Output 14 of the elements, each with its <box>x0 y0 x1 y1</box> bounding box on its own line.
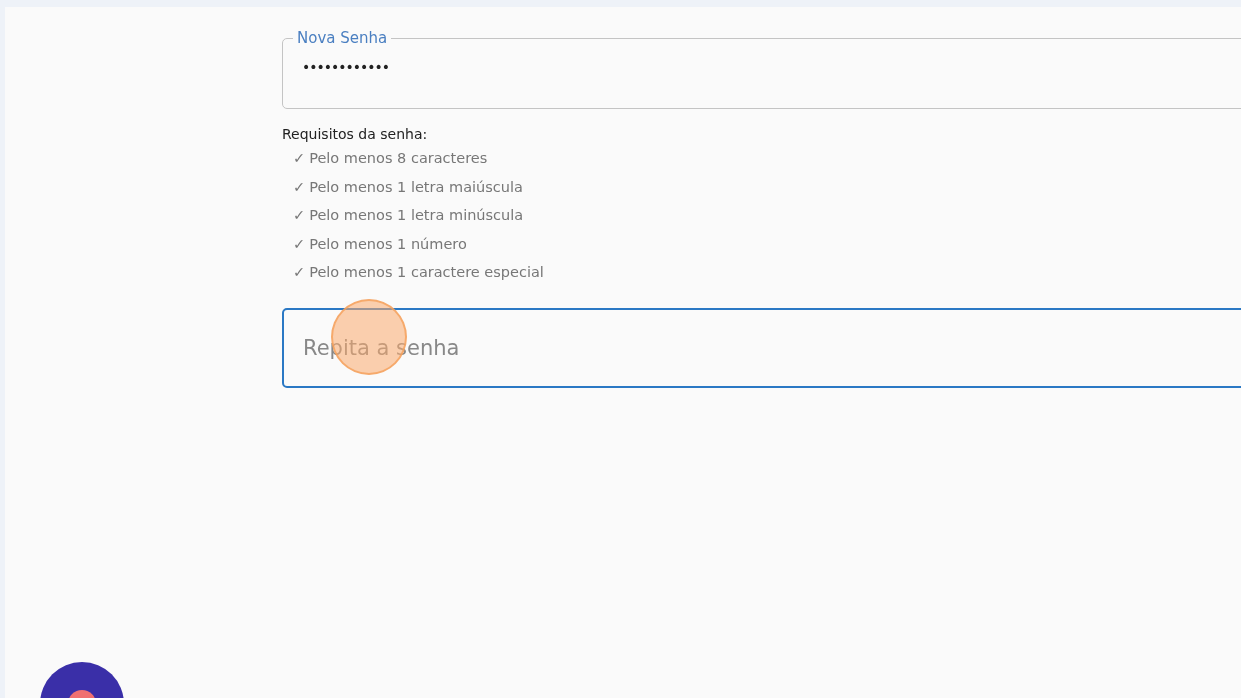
check-icon: ✓ <box>293 144 306 173</box>
password-value: •••••••••••• <box>302 59 391 75</box>
check-icon: ✓ <box>293 201 306 230</box>
password-field[interactable]: Nova Senha •••••••••••• <box>282 29 1241 109</box>
requirement-text: Pelo menos 1 letra maiúscula <box>309 177 523 197</box>
requirement-text: Pelo menos 1 número <box>309 234 467 254</box>
check-icon: ✓ <box>293 229 306 259</box>
requirements-title: Requisitos da senha: <box>282 126 429 142</box>
requirement-text: Pelo menos 8 caracteres <box>309 149 488 168</box>
check-icon: ✓ <box>293 172 306 202</box>
requirement-text: Pelo menos 1 letra minúscula <box>309 206 524 226</box>
field-label: Nova Senha <box>296 29 389 47</box>
check-icon: ✓ <box>293 258 306 287</box>
requirement-text: Pelo menos 1 caractere especial <box>309 263 544 283</box>
